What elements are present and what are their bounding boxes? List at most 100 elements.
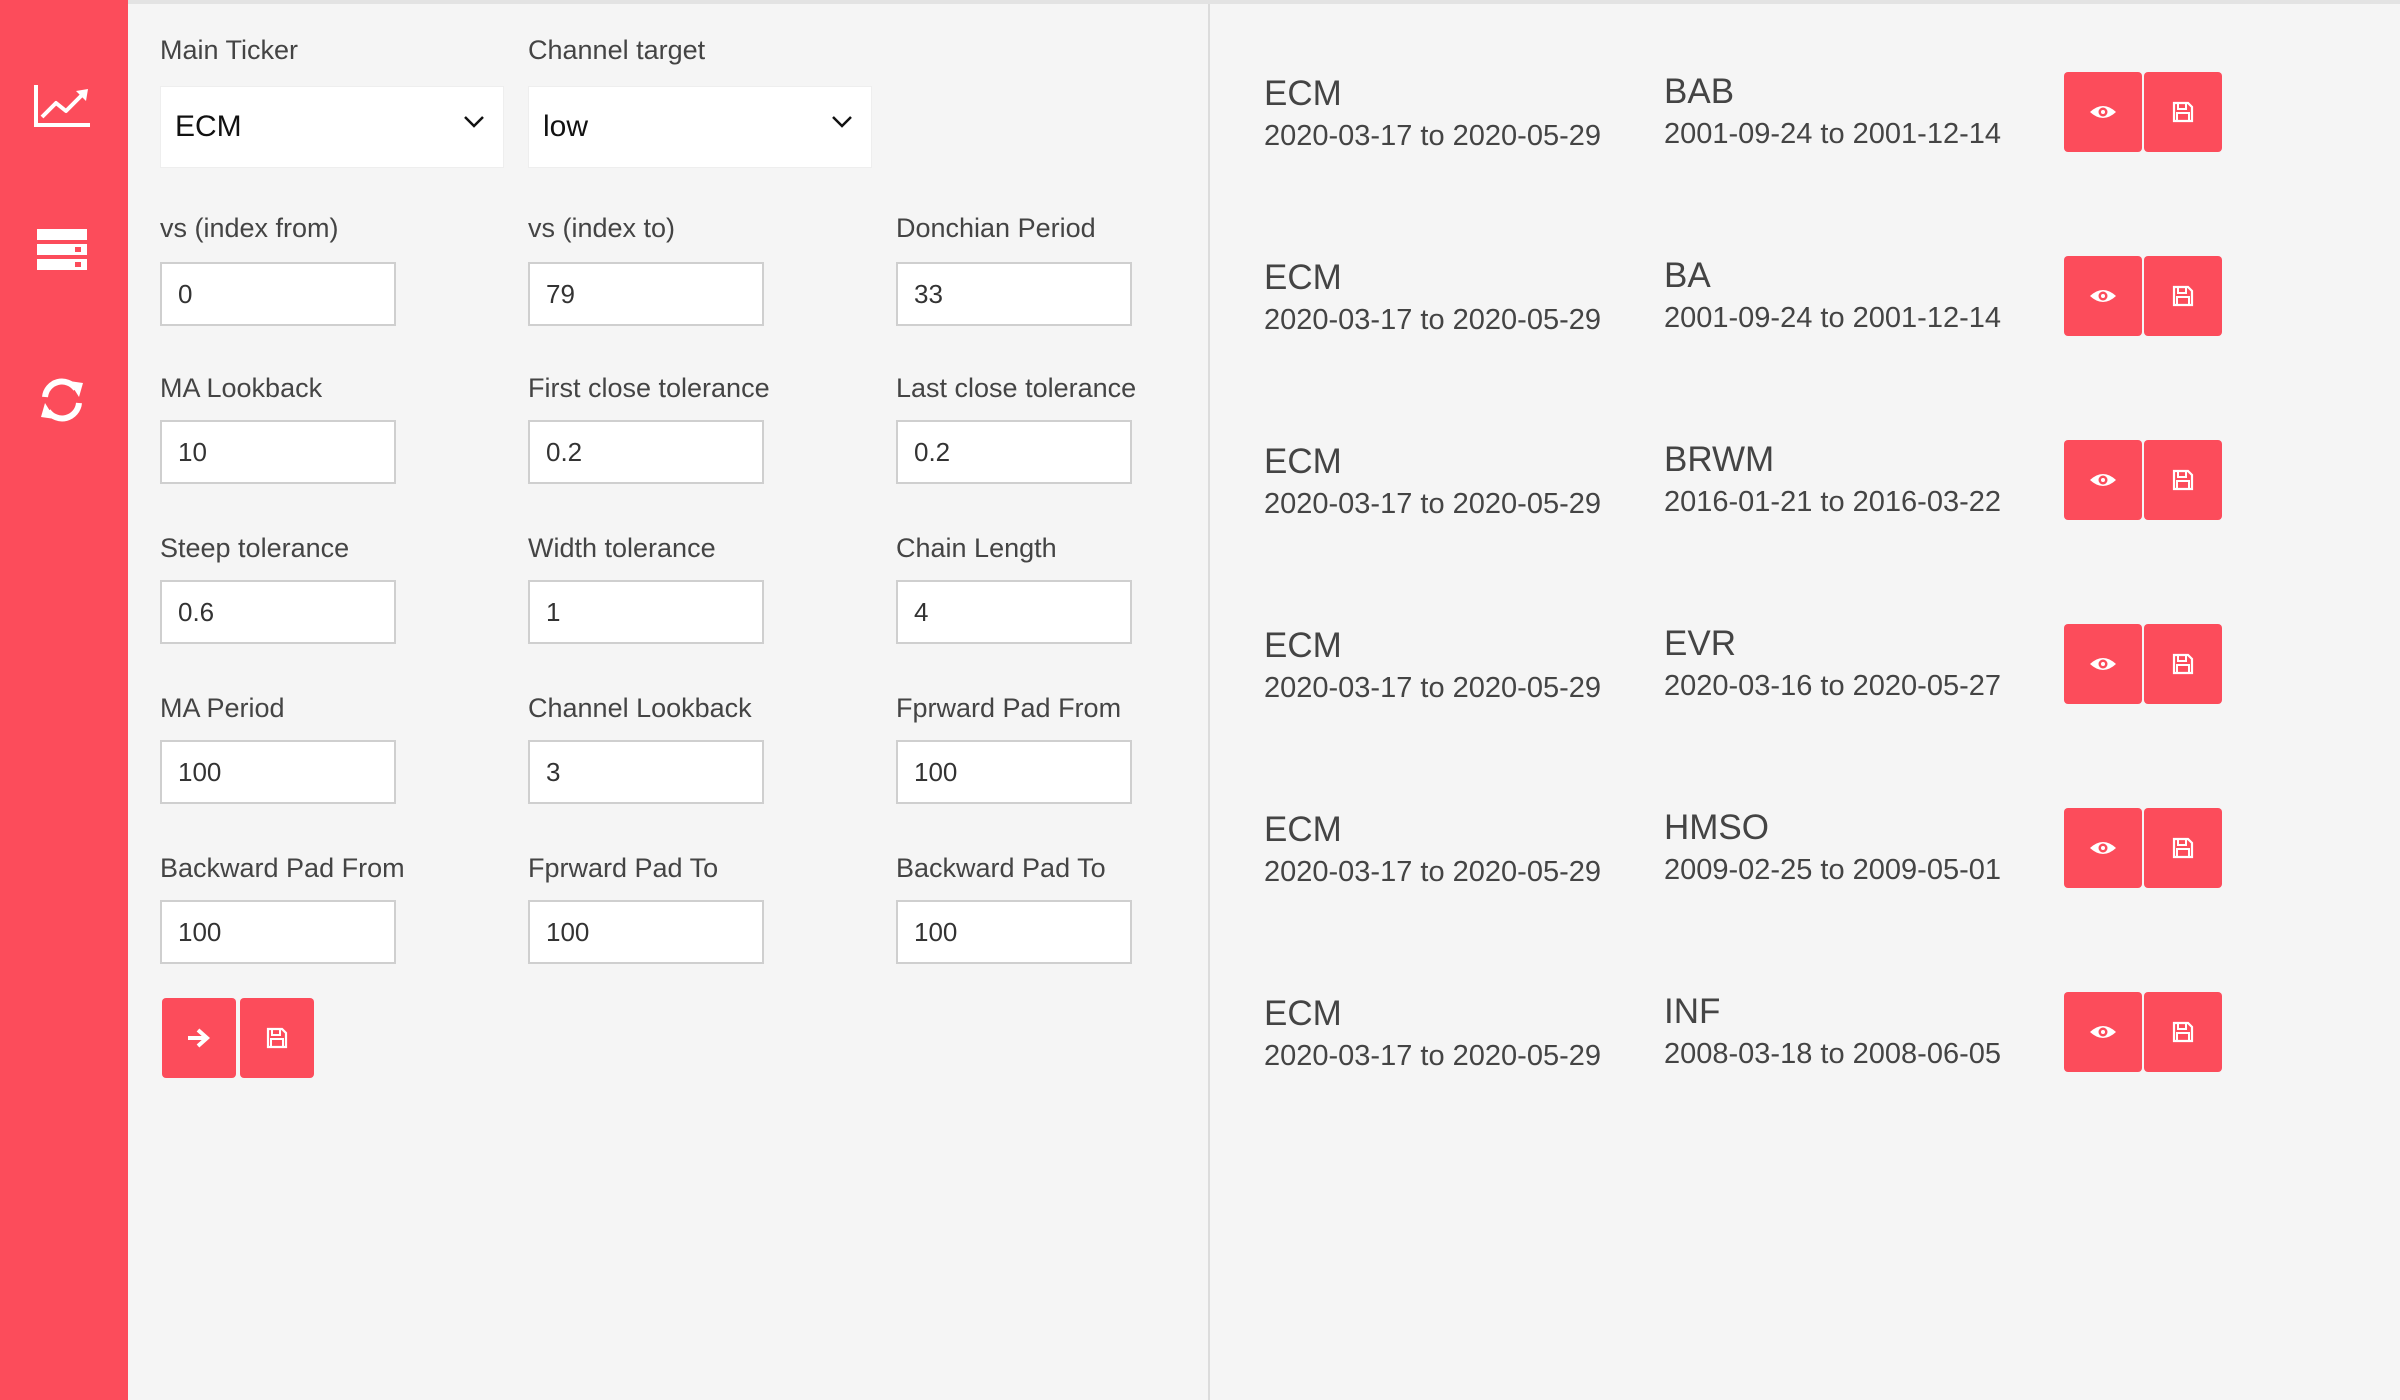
- view-button[interactable]: [2064, 808, 2142, 888]
- source-range: 2020-03-17 to 2020-05-29: [1264, 672, 1601, 704]
- match-range: 2020-03-16 to 2020-05-27: [1664, 670, 2001, 702]
- match-ticker: BA: [1664, 256, 1711, 295]
- steep-tolerance-field: Steep tolerance: [160, 530, 396, 644]
- view-button[interactable]: [2064, 624, 2142, 704]
- main-ticker-select[interactable]: ECM: [160, 86, 504, 168]
- save-result-button[interactable]: [2144, 808, 2222, 888]
- floppy-disk-icon: [2172, 1021, 2194, 1043]
- first-close-tolerance-label: First close tolerance: [528, 373, 770, 403]
- width-tolerance-input[interactable]: [528, 580, 764, 644]
- floppy-disk-icon: [2172, 101, 2194, 123]
- arrow-right-icon: [188, 1028, 211, 1048]
- last-close-tolerance-input[interactable]: [896, 420, 1132, 484]
- channel-lookback-input[interactable]: [528, 740, 764, 804]
- backward-pad-from-input[interactable]: [160, 900, 396, 964]
- forward-pad-from-label: Fprward Pad From: [896, 693, 1122, 723]
- eye-icon: [2090, 658, 2116, 670]
- refresh-icon: [41, 378, 83, 422]
- forward-pad-from-input[interactable]: [896, 740, 1132, 804]
- forward-pad-to-input[interactable]: [528, 900, 764, 964]
- result-source: ECM 2020-03-17 to 2020-05-29: [1264, 808, 1601, 892]
- backward-pad-from-label: Backward Pad From: [160, 853, 405, 883]
- sidebar-item-refresh[interactable]: [22, 360, 102, 440]
- first-close-tolerance-input[interactable]: [528, 420, 764, 484]
- view-button[interactable]: [2064, 440, 2142, 520]
- result-match: HMSO 2009-02-25 to 2009-05-01: [1664, 806, 2001, 890]
- donchian-period-input[interactable]: [896, 262, 1132, 326]
- ma-period-input[interactable]: [160, 740, 396, 804]
- vs-index-from-label: vs (index from): [160, 213, 339, 243]
- vs-index-to-label: vs (index to): [528, 213, 676, 243]
- last-close-tolerance-field: Last close tolerance: [896, 370, 1137, 484]
- width-tolerance-field: Width tolerance: [528, 530, 764, 644]
- channel-target-select[interactable]: low: [528, 86, 872, 168]
- source-ticker: ECM: [1264, 810, 1342, 849]
- view-button[interactable]: [2064, 256, 2142, 336]
- floppy-disk-icon: [266, 1027, 288, 1049]
- channel-target-value: low: [543, 110, 589, 143]
- save-result-button[interactable]: [2144, 624, 2222, 704]
- result-row: ECM 2020-03-17 to 2020-05-29 HMSO 2009-0…: [1210, 808, 2400, 908]
- eye-icon: [2090, 474, 2116, 486]
- save-result-button[interactable]: [2144, 440, 2222, 520]
- steep-tolerance-input[interactable]: [160, 580, 396, 644]
- sidebar: [0, 0, 128, 1400]
- source-ticker: ECM: [1264, 258, 1342, 297]
- source-ticker: ECM: [1264, 74, 1342, 113]
- backward-pad-to-label: Backward Pad To: [896, 853, 1106, 883]
- chain-length-input[interactable]: [896, 580, 1132, 644]
- parameters-panel: Main Ticker ECM Channel target low vs (i…: [128, 4, 1208, 1400]
- result-match: EVR 2020-03-16 to 2020-05-27: [1664, 622, 2001, 706]
- last-close-tolerance-label: Last close tolerance: [896, 373, 1137, 403]
- chain-length-label: Chain Length: [896, 533, 1057, 563]
- first-close-tolerance-field: First close tolerance: [528, 370, 770, 484]
- match-range: 2008-03-18 to 2008-06-05: [1664, 1038, 2001, 1070]
- donchian-period-label: Donchian Period: [896, 213, 1096, 243]
- eye-icon: [2090, 842, 2116, 854]
- ma-period-field: MA Period: [160, 690, 396, 804]
- source-ticker: ECM: [1264, 442, 1342, 481]
- save-button[interactable]: [240, 998, 314, 1078]
- source-range: 2020-03-17 to 2020-05-29: [1264, 304, 1601, 336]
- source-range: 2020-03-17 to 2020-05-29: [1264, 1040, 1601, 1072]
- vs-index-to-input[interactable]: [528, 262, 764, 326]
- match-ticker: EVR: [1664, 624, 1736, 663]
- ma-lookback-label: MA Lookback: [160, 373, 323, 403]
- vs-index-from-input[interactable]: [160, 262, 396, 326]
- ma-period-label: MA Period: [160, 693, 285, 723]
- channel-target-label: Channel target: [528, 35, 706, 65]
- source-ticker: ECM: [1264, 626, 1342, 665]
- match-ticker: BAB: [1664, 72, 1735, 111]
- save-result-button[interactable]: [2144, 256, 2222, 336]
- result-row: ECM 2020-03-17 to 2020-05-29 INF 2008-03…: [1210, 992, 2400, 1092]
- match-ticker: BRWM: [1664, 440, 1775, 479]
- main-ticker-value: ECM: [175, 110, 242, 143]
- view-button[interactable]: [2064, 992, 2142, 1072]
- width-tolerance-label: Width tolerance: [528, 533, 716, 563]
- run-button[interactable]: [162, 998, 236, 1078]
- backward-pad-to-input[interactable]: [896, 900, 1132, 964]
- match-ticker: HMSO: [1664, 808, 1769, 847]
- vs-index-from-field: vs (index from): [160, 210, 396, 326]
- server-list-icon: [37, 229, 87, 270]
- save-result-button[interactable]: [2144, 992, 2222, 1072]
- sidebar-item-charts[interactable]: [22, 66, 102, 146]
- floppy-disk-icon: [2172, 653, 2194, 675]
- source-ticker: ECM: [1264, 994, 1342, 1033]
- save-result-button[interactable]: [2144, 72, 2222, 152]
- result-source: ECM 2020-03-17 to 2020-05-29: [1264, 440, 1601, 524]
- ma-lookback-input[interactable]: [160, 420, 396, 484]
- eye-icon: [2090, 290, 2116, 302]
- main-ticker-label: Main Ticker: [160, 35, 299, 65]
- chevron-down-icon: [832, 116, 852, 128]
- forward-pad-from-field: Fprward Pad From: [896, 690, 1132, 804]
- view-button[interactable]: [2064, 72, 2142, 152]
- match-range: 2001-09-24 to 2001-12-14: [1664, 302, 2001, 334]
- match-range: 2016-01-21 to 2016-03-22: [1664, 486, 2001, 518]
- result-row: ECM 2020-03-17 to 2020-05-29 BRWM 2016-0…: [1210, 440, 2400, 540]
- match-ticker: INF: [1664, 992, 1721, 1031]
- line-chart-icon: [34, 85, 90, 127]
- floppy-disk-icon: [2172, 837, 2194, 859]
- source-range: 2020-03-17 to 2020-05-29: [1264, 488, 1601, 520]
- sidebar-item-data[interactable]: [22, 210, 102, 290]
